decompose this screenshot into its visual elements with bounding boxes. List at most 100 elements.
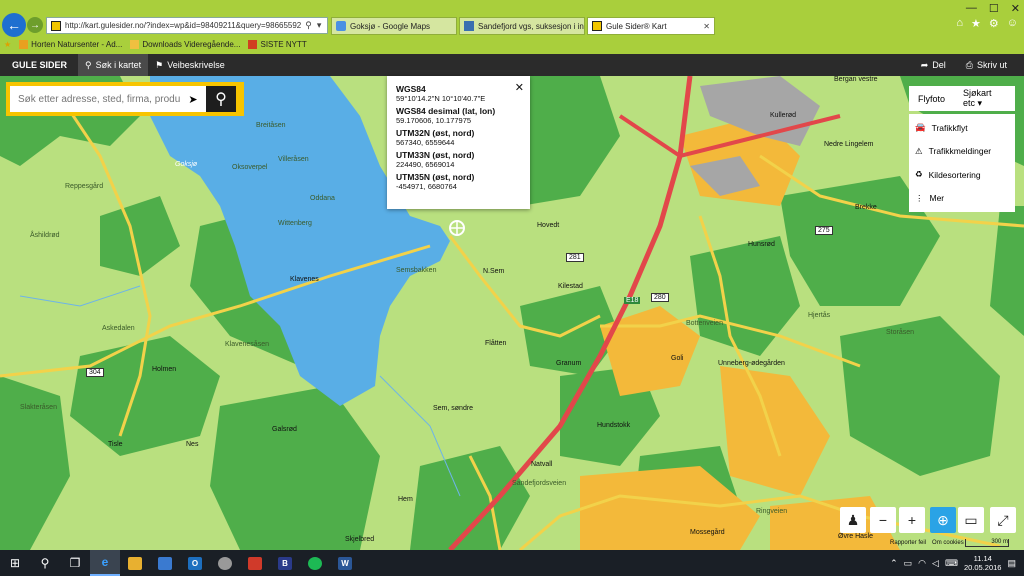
refresh-icon[interactable]: ↻	[326, 20, 327, 31]
search-panel: ➤ ⚲	[6, 82, 244, 116]
cart-icon	[248, 556, 262, 570]
attribution: Rapporter feil Om cookies	[890, 540, 964, 546]
locate-me-button[interactable]: ➤	[180, 86, 206, 112]
my-location-button[interactable]: ⊕	[930, 507, 956, 533]
close-icon[interactable]: ✕	[515, 81, 524, 94]
notifications-icon[interactable]: ▤	[1007, 558, 1016, 569]
coordinate-popup: ✕ WGS84 59°10'14.2"N 10°10'40.7"E WGS84 …	[387, 76, 530, 209]
maps-favicon	[336, 21, 346, 31]
clock[interactable]: 11.14 20.05.2016	[964, 554, 1002, 572]
zoom-in-button[interactable]: +	[899, 507, 925, 533]
dropdown-icon[interactable]: ▾	[317, 20, 322, 31]
label-oddana: Oddana	[310, 195, 335, 202]
taskbar-word[interactable]: W	[330, 550, 360, 576]
fullscreen-button[interactable]: ⤢	[990, 507, 1016, 533]
sjokart-dropdown[interactable]: Sjøkart etc ▾	[954, 88, 1015, 109]
wifi-icon[interactable]: ◠	[918, 558, 926, 569]
label-ringveien: Ringveien	[756, 508, 788, 515]
browser-chrome: — ☐ ✕ ← → http://kart.gulesider.no/?inde…	[0, 0, 1024, 54]
wgs84-title: WGS84	[396, 84, 426, 94]
taskbar-app-red[interactable]	[240, 550, 270, 576]
minimize-icon[interactable]: —	[966, 2, 977, 15]
tab-gule-sider[interactable]: Gule Sider® Kart ✕	[587, 17, 715, 35]
favorite-link-1[interactable]: Horten Natursenter - Ad...	[19, 40, 122, 50]
report-error-link[interactable]: Rapporter feil	[890, 540, 926, 546]
taskbar-explorer[interactable]	[120, 550, 150, 576]
search-button[interactable]: ⚲	[206, 86, 236, 112]
forward-button[interactable]: →	[27, 17, 43, 33]
back-button[interactable]: ←	[2, 13, 26, 37]
task-view-button[interactable]: ❐	[60, 550, 90, 576]
taskbar: ⊞ ⚲ ❐ e O B W ⌃ ▭ ◠ ◁ ⌨ 11.14 20.05.2016…	[0, 550, 1024, 576]
taskbar-chrome[interactable]	[210, 550, 240, 576]
label-goli: Goli	[671, 355, 684, 362]
label-natvall: Natvall	[531, 461, 553, 468]
magnifier-icon: ⚲	[85, 59, 92, 70]
volume-icon[interactable]: ◁	[932, 558, 939, 569]
label-wittenberg: Wittenberg	[278, 220, 312, 227]
taskbar-outlook[interactable]: O	[180, 550, 210, 576]
store-icon	[158, 556, 172, 570]
maximize-icon[interactable]: ☐	[989, 2, 999, 15]
taskbar-store[interactable]	[150, 550, 180, 576]
label-kilestad: Kilestad	[558, 283, 583, 290]
more-vertical-icon: ⋮	[915, 192, 924, 203]
favorite-link-2[interactable]: Downloads Videregående...	[130, 40, 240, 50]
label-ashildrod: Åshildrød	[30, 232, 60, 239]
road-280-sign: 280	[651, 293, 669, 302]
taskbar-search[interactable]: ⚲	[30, 550, 60, 576]
word-icon: W	[338, 556, 352, 570]
minus-icon: −	[878, 512, 888, 528]
zoom-out-button[interactable]: −	[870, 507, 896, 533]
close-window-icon[interactable]: ✕	[1011, 2, 1020, 15]
menu-item-mer[interactable]: ⋮ Mer	[909, 187, 1015, 211]
route-icon: ⚑	[155, 59, 164, 70]
start-button[interactable]: ⊞	[0, 550, 30, 576]
favorite-star-icon[interactable]: ★	[4, 40, 11, 49]
gulesider-logo[interactable]: GULE SIDER	[0, 60, 78, 70]
share-button[interactable]: ➦ Del	[914, 54, 953, 76]
utm35-title: UTM35N (øst, nord)	[396, 172, 475, 182]
label-ovre-hasle: Øvre Hasle	[838, 533, 874, 540]
measure-button[interactable]: ▭	[958, 507, 984, 533]
smiley-icon[interactable]: ☺	[1007, 17, 1018, 30]
print-button[interactable]: ⎙ Skriv ut	[959, 54, 1014, 76]
taskbar-spotify[interactable]	[300, 550, 330, 576]
label-nsem: N.Sem	[483, 268, 505, 275]
wgs84-value: 59°10'14.2"N 10°10'40.7"E	[396, 94, 486, 103]
search-input[interactable]	[10, 86, 180, 112]
road-275-sign: 275	[815, 226, 833, 235]
favorite-link-3[interactable]: SISTE NYTT	[248, 40, 307, 50]
menu-item-trafikkmeldinger[interactable]: ⚠ Trafikkmeldinger	[909, 140, 1015, 164]
taskbar-app-b[interactable]: B	[270, 550, 300, 576]
tray-chevron-icon[interactable]: ⌃	[890, 558, 898, 569]
label-klavenesasen: Klavenesåsen	[225, 341, 269, 348]
utm33-value: 224490, 6569014	[396, 160, 455, 169]
tab-sandefjord[interactable]: Sandefjord vgs, suksesjon i inn...	[459, 17, 585, 35]
outlook-icon: O	[188, 556, 202, 570]
home-icon[interactable]: ⌂	[956, 17, 963, 30]
taskbar-ie[interactable]: e	[90, 550, 120, 576]
battery-icon[interactable]: ▭	[904, 558, 913, 569]
search-icon[interactable]: ⚲	[305, 20, 312, 31]
gear-icon[interactable]: ⚙	[989, 17, 999, 30]
close-tab-icon[interactable]: ✕	[703, 22, 714, 31]
tab-google-maps[interactable]: Goksjø - Google Maps	[331, 17, 457, 35]
spotify-icon	[308, 556, 322, 570]
scale-bar: 300 m	[965, 539, 1009, 547]
route-tab[interactable]: ⚑ Veibeskrivelse	[148, 54, 232, 76]
menu-item-trafikkflyt[interactable]: 🚘 Trafikkflyt	[909, 116, 1015, 140]
menu-item-kildesortering[interactable]: ♻ Kildesortering	[909, 163, 1015, 187]
site-header: GULE SIDER ⚲ Søk i kartet ⚑ Veibeskrivel…	[0, 54, 1024, 76]
cookies-link[interactable]: Om cookies	[932, 540, 964, 546]
label-hundstokk: Hundstokk	[597, 422, 631, 429]
crosshair-icon: ⊕	[937, 511, 949, 528]
street-view-button[interactable]: ♟	[840, 507, 866, 533]
star-icon[interactable]: ★	[971, 17, 981, 30]
label-skjelbred: Skjelbred	[345, 536, 375, 543]
flyfoto-button[interactable]: Flyfoto	[909, 94, 954, 104]
search-map-tab[interactable]: ⚲ Søk i kartet	[78, 54, 149, 76]
label-villeraasen: Villeråsen	[278, 156, 309, 163]
address-bar[interactable]: http://kart.gulesider.no/?index=wp&id=98…	[46, 17, 328, 34]
keyboard-icon[interactable]: ⌨	[945, 558, 958, 569]
